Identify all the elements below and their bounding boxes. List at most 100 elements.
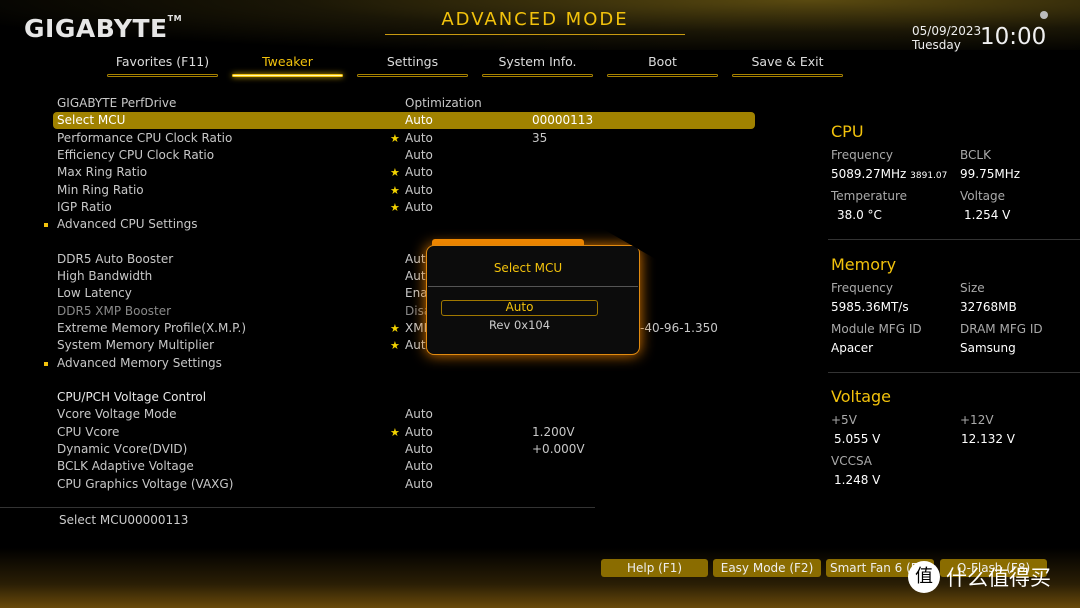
vccsa-label: VCCSA	[831, 454, 873, 468]
status-help-text: Select MCU00000113	[59, 513, 189, 527]
setting-value: Auto	[405, 476, 433, 491]
setting-label: Select MCU	[57, 113, 126, 128]
tab-label: Settings	[386, 54, 439, 69]
tab-underline	[357, 74, 468, 77]
cpu-voltage: 1.254 V	[964, 208, 1011, 222]
divider	[828, 239, 1080, 240]
tab-settings[interactable]: Settings	[357, 54, 468, 77]
watermark-logo-icon: 值	[908, 561, 940, 593]
setting-row[interactable]: System Memory Multiplier★Auto6000	[53, 337, 755, 354]
favorite-star-icon[interactable]: ★	[390, 182, 400, 199]
cpu-title: CPU	[831, 122, 864, 141]
setting-row[interactable]: Low LatencyEnabled	[53, 285, 755, 302]
setting-value: Auto	[405, 182, 433, 197]
setting-row[interactable]: CPU Vcore ★ Auto 1.200V	[53, 424, 755, 441]
setting-value: Optimization	[405, 96, 482, 110]
setting-current: 35	[532, 130, 548, 145]
setting-current: +0.000V	[532, 442, 585, 456]
main-tabs: Favorites (F11) Tweaker Settings System Inf…	[107, 54, 843, 77]
tab-underline	[607, 74, 718, 77]
cpu-voltage-label: Voltage	[960, 189, 1006, 203]
setting-label: Performance CPU Clock Ratio	[57, 130, 233, 145]
submenu-marker-icon	[44, 223, 48, 228]
setting-row[interactable]: Dynamic Vcore(DVID) Auto +0.000V	[53, 441, 755, 458]
module-mfg: Apacer	[831, 341, 874, 355]
module-mfg-label: Module MFG ID	[831, 322, 922, 336]
setting-label: Dynamic Vcore(DVID)	[57, 442, 188, 456]
setting-row[interactable]: High Bandwidth Auto	[53, 268, 755, 285]
setting-label: Low Latency	[57, 286, 132, 301]
setting-row[interactable]: Min Ring Ratio ★ Auto	[53, 182, 755, 199]
setting-row[interactable]: Select MCU Auto 00000113	[53, 112, 755, 130]
setting-label: Advanced Memory Settings	[57, 355, 222, 370]
setting-row[interactable]: Vcore Voltage Mode Auto	[53, 406, 755, 423]
setting-row[interactable]: Efficiency CPU Clock Ratio Auto	[53, 147, 755, 164]
setting-value: Auto	[405, 199, 433, 214]
setting-label: Extreme Memory Profile(X.M.P.)	[57, 320, 247, 335]
mode-title: ADVANCED MODE	[385, 0, 685, 35]
favorite-star-icon[interactable]: ★	[390, 199, 400, 216]
setting-row[interactable]: Max Ring Ratio ★ Auto	[53, 164, 755, 181]
memory-frequency: 5985.36MT/s	[831, 300, 909, 314]
cpu-temperature-label: Temperature	[831, 189, 908, 203]
setting-row[interactable]: GIGABYTE PerfDrive Optimization	[53, 95, 755, 112]
tab-underline	[732, 74, 843, 77]
tab-favorites-f11[interactable]: Favorites (F11)	[107, 54, 218, 77]
favorite-star-icon[interactable]: ★	[390, 424, 400, 441]
popup-option-auto[interactable]: Auto	[441, 300, 598, 316]
submenu-marker-icon	[44, 361, 48, 366]
tab-underline	[482, 74, 593, 77]
setting-row[interactable]: Performance CPU Clock Ratio ★ Auto 35	[53, 130, 755, 147]
setting-label: BCLK Adaptive Voltage	[57, 459, 194, 474]
tab-underline	[107, 74, 218, 77]
setting-label: Vcore Voltage Mode	[57, 407, 177, 422]
setting-row[interactable]: IGP Ratio ★ Auto	[53, 199, 755, 216]
popup-title: Select MCU	[493, 261, 563, 275]
setting-label: Max Ring Ratio	[57, 165, 148, 180]
setting-row[interactable]: BCLK Adaptive Voltage Auto	[53, 458, 755, 475]
status-divider	[0, 507, 595, 508]
setting-value: Auto	[405, 165, 433, 180]
setting-row[interactable]: Advanced Memory Settings	[44, 355, 755, 372]
dram-mfg: Samsung	[960, 341, 1016, 355]
clock: 10:00	[980, 24, 1047, 50]
memory-size: 32768MB	[960, 300, 1017, 314]
12v-label: +12V	[960, 413, 994, 427]
help-button[interactable]: Help (F1)	[601, 559, 708, 577]
memory-size-label: Size	[960, 281, 985, 295]
settings-icon[interactable]	[1040, 11, 1048, 19]
popup-divider	[428, 286, 638, 287]
tab-tweaker[interactable]: Tweaker	[232, 54, 343, 77]
setting-label: DDR5 Auto Booster	[57, 251, 174, 266]
divider	[828, 372, 1080, 373]
setting-label: CPU Graphics Voltage (VAXG)	[57, 476, 234, 491]
setting-label: High Bandwidth	[57, 269, 153, 283]
setting-row[interactable]: DDR5 XMP BoosterDisabled	[53, 303, 755, 320]
5v-label: +5V	[831, 413, 857, 427]
date-display: 05/09/2023 Tuesday	[912, 24, 982, 52]
tab-boot[interactable]: Boot	[607, 54, 718, 77]
tab-save-exit[interactable]: Save & Exit	[732, 54, 843, 77]
setting-current: 1.200V	[532, 424, 575, 439]
tab-label: System Info.	[498, 54, 577, 69]
easy-mode-button[interactable]: Easy Mode (F2)	[713, 559, 821, 577]
gigabyte-logo: GIGABYTETM	[24, 14, 183, 43]
setting-row[interactable]: Extreme Memory Profile(X.M.P.)★XMP 1DDR5…	[53, 320, 755, 337]
setting-row[interactable]: CPU Graphics Voltage (VAXG) Auto	[53, 476, 755, 493]
setting-label: Advanced CPU Settings	[57, 217, 198, 232]
setting-row[interactable]: DDR5 Auto Booster Auto	[53, 251, 755, 268]
setting-row[interactable]: Advanced CPU Settings	[44, 216, 755, 233]
favorite-star-icon[interactable]: ★	[390, 320, 400, 337]
setting-label: Efficiency CPU Clock Ratio	[57, 147, 215, 162]
tab-system-info[interactable]: System Info.	[482, 54, 593, 77]
cpu-bclk-label: BCLK	[960, 148, 991, 162]
cpu-temperature: 38.0 °C	[837, 208, 882, 222]
favorite-star-icon[interactable]: ★	[390, 130, 400, 147]
cpu-bclk: 99.75MHz	[960, 167, 1021, 181]
setting-value: Auto	[405, 424, 433, 439]
favorite-star-icon[interactable]: ★	[390, 337, 400, 354]
popup-option-rev[interactable]: Rev 0x104	[441, 318, 598, 332]
setting-value: Auto	[405, 113, 433, 128]
setting-current: 00000113	[532, 113, 594, 128]
favorite-star-icon[interactable]: ★	[390, 164, 400, 181]
